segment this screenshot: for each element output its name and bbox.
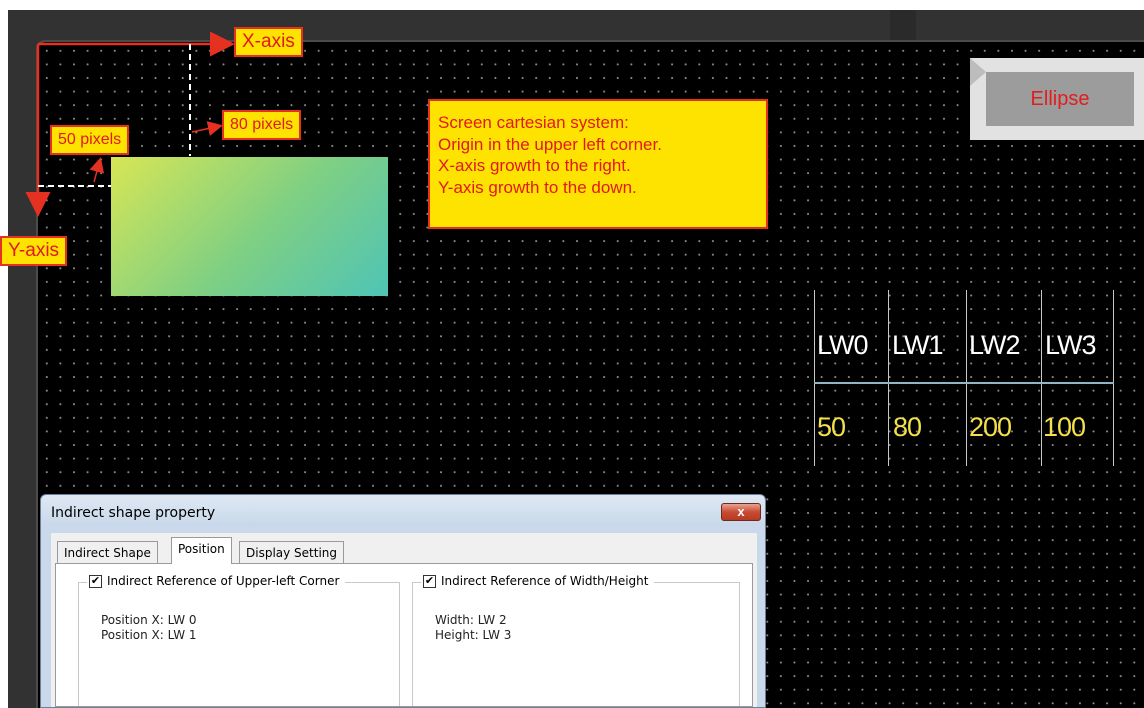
note-line: Origin in the upper left corner. xyxy=(438,134,662,154)
y-axis-label: Y-axis xyxy=(0,236,68,266)
dialog-body: Indirect Shape Position Display Setting … xyxy=(51,533,757,707)
note-line: Y-axis growth to the down. xyxy=(438,177,637,197)
dialog-title: Indirect shape property xyxy=(51,505,216,521)
table-divider xyxy=(1113,290,1114,466)
width-height-group: ✔ Indirect Reference of Width/Height Wid… xyxy=(412,574,740,706)
lw-value-1: 80 xyxy=(893,412,922,442)
x-axis-label: X-axis xyxy=(234,27,303,57)
lw-header-2: LW2 xyxy=(969,330,1021,360)
ellipse-button[interactable]: Ellipse xyxy=(970,58,1144,140)
lw-value-2: 200 xyxy=(969,412,1012,442)
lw-header-0: LW0 xyxy=(817,330,869,360)
button-bevel xyxy=(970,58,986,86)
note-line: Screen cartesian system: xyxy=(438,113,629,132)
width-height-label: Indirect Reference of Width/Height xyxy=(441,574,649,588)
height-line: Height: LW 3 xyxy=(435,628,512,642)
upper-left-corner-label: Indirect Reference of Upper-left Corner xyxy=(107,574,340,588)
tab-display-setting[interactable]: Display Setting xyxy=(239,541,345,563)
upper-left-corner-group: ✔ Indirect Reference of Upper-left Corne… xyxy=(78,574,400,706)
lw-value-3: 100 xyxy=(1043,412,1086,442)
position-tab-panel: ✔ Indirect Reference of Upper-left Corne… xyxy=(55,563,753,707)
table-divider xyxy=(1041,290,1042,466)
lw-value-0: 50 xyxy=(817,412,846,442)
x-offset-label: 80 pixels xyxy=(222,110,302,140)
upper-left-corner-legend: ✔ Indirect Reference of Upper-left Corne… xyxy=(87,574,346,588)
indirect-shape-rectangle[interactable] xyxy=(111,157,388,296)
position-y-line: Position X: LW 1 xyxy=(101,628,197,642)
y-offset-label: 50 pixels xyxy=(50,125,130,155)
ellipse-button-label: Ellipse xyxy=(986,72,1134,126)
upper-left-corner-checkbox[interactable]: ✔ xyxy=(89,574,102,588)
table-divider xyxy=(966,290,967,466)
width-height-legend: ✔ Indirect Reference of Width/Height xyxy=(421,574,655,588)
cartesian-note: Screen cartesian system: Origin in the u… xyxy=(428,99,768,229)
close-button[interactable]: x xyxy=(721,503,761,521)
table-divider xyxy=(888,290,889,466)
table-header-divider xyxy=(814,382,1114,384)
width-height-checkbox[interactable]: ✔ xyxy=(423,574,436,588)
lw-header-1: LW1 xyxy=(892,330,944,360)
indirect-shape-property-dialog: Indirect shape property x Indirect Shape… xyxy=(40,494,766,708)
table-divider xyxy=(814,290,815,466)
lw-header-3: LW3 xyxy=(1045,330,1097,360)
position-x-line: Position X: LW 0 xyxy=(101,613,197,627)
tab-indirect-shape[interactable]: Indirect Shape xyxy=(57,541,158,563)
tab-position[interactable]: Position xyxy=(171,537,232,564)
note-line: X-axis growth to the right. xyxy=(438,156,631,175)
width-line: Width: LW 2 xyxy=(435,613,507,627)
